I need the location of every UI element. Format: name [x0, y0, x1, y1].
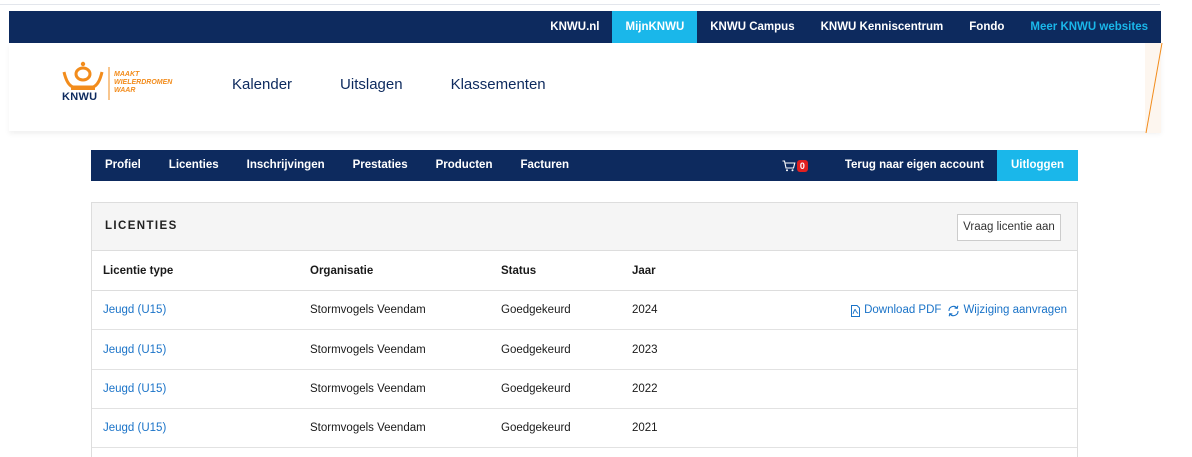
logout-button[interactable]: Uitloggen — [996, 150, 1078, 181]
top-divider — [0, 0, 1160, 5]
column-header-jaar: Jaar — [632, 265, 656, 277]
request-change-link[interactable]: Wijziging aanvragen — [947, 291, 1067, 330]
table-row: Jeugd (U15) Stormvogels Veendam Goedgeke… — [92, 409, 1077, 448]
tab-profiel[interactable]: Profiel — [91, 150, 155, 181]
panel-header: LICENTIES Vraag licentie aan — [92, 203, 1077, 251]
cart-count-badge: 0 — [796, 159, 808, 172]
licenses-panel: LICENTIES Vraag licentie aan Licentie ty… — [91, 202, 1078, 457]
cart-icon — [782, 159, 796, 171]
tab-producten[interactable]: Producten — [422, 150, 507, 181]
nav-kalender[interactable]: Kalender — [232, 76, 292, 93]
year-cell: 2021 — [632, 422, 658, 434]
crown-logo-icon: KNWU MAAKT WIELERDROMEN WAAR — [62, 61, 173, 103]
status-cell: Goedgekeurd — [501, 383, 571, 395]
refresh-icon — [948, 305, 959, 316]
row-actions: Download PDF Wijziging aanvragen — [850, 291, 1067, 330]
license-type-link[interactable]: Jeugd (U15) — [103, 409, 166, 448]
download-pdf-link[interactable]: Download PDF — [850, 291, 941, 330]
year-cell: 2023 — [632, 344, 658, 356]
nav-klassementen[interactable]: Klassementen — [451, 76, 546, 93]
organisation-cell: Stormvogels Veendam — [310, 304, 426, 316]
request-license-button[interactable]: Vraag licentie aan — [957, 214, 1061, 241]
svg-text:WIELERDROMEN: WIELERDROMEN — [114, 79, 173, 86]
download-pdf-label: Download PDF — [864, 304, 942, 316]
topbar-link-fondo[interactable]: Fondo — [956, 11, 1017, 43]
license-type-link[interactable]: Jeugd (U15) — [103, 370, 166, 409]
organisation-cell: Stormvogels Veendam — [310, 383, 426, 395]
status-cell: Goedgekeurd — [501, 304, 571, 316]
account-nav-right: 0 Terug naar eigen account Uitloggen — [782, 150, 1078, 181]
tab-prestaties[interactable]: Prestaties — [339, 150, 422, 181]
site-header: KNWU MAAKT WIELERDROMEN WAAR Kalender Ui… — [9, 43, 1161, 131]
panel-title: LICENTIES — [105, 220, 178, 232]
topbar-link-knwu-campus[interactable]: KNWU Campus — [697, 11, 807, 43]
account-nav-tabs: Profiel Licenties Inschrijvingen Prestat… — [91, 150, 583, 181]
status-cell: Goedgekeurd — [501, 422, 571, 434]
cart-button[interactable]: 0 — [782, 159, 808, 172]
top-bar-links: KNWU.nl MijnKNWU KNWU Campus KNWU Kennis… — [537, 11, 1161, 43]
svg-text:MAAKT: MAAKT — [114, 71, 140, 78]
request-change-label: Wijziging aanvragen — [963, 304, 1067, 316]
year-cell: 2022 — [632, 383, 658, 395]
organisation-cell: Stormvogels Veendam — [310, 344, 426, 356]
tab-facturen[interactable]: Facturen — [506, 150, 583, 181]
column-header-type: Licentie type — [103, 265, 174, 277]
organisation-cell: Stormvogels Veendam — [310, 422, 426, 434]
license-type-link[interactable]: Jeugd (U15) — [103, 331, 166, 370]
main-nav: Kalender Uitslagen Klassementen — [232, 76, 594, 93]
table-row: Jeugd (U15) Stormvogels Veendam Goedgeke… — [92, 331, 1077, 370]
table-row: Jeugd (U15) Stormvogels Veendam Goedgeke… — [92, 370, 1077, 409]
column-header-status: Status — [501, 265, 537, 277]
svg-text:WAAR: WAAR — [114, 87, 135, 94]
table-header: Licentie type Organisatie Status Jaar — [92, 251, 1077, 291]
top-bar: KNWU.nl MijnKNWU KNWU Campus KNWU Kennis… — [9, 11, 1161, 43]
year-cell: 2024 — [632, 304, 658, 316]
pdf-icon — [851, 304, 861, 317]
status-cell: Goedgekeurd — [501, 344, 571, 356]
topbar-link-knwu-nl[interactable]: KNWU.nl — [537, 11, 612, 43]
tab-licenties[interactable]: Licenties — [155, 150, 233, 181]
header-slash-decoration — [1145, 43, 1163, 133]
topbar-link-mijnknwu[interactable]: MijnKNWU — [612, 11, 698, 43]
svg-text:KNWU: KNWU — [62, 91, 97, 101]
topbar-link-kenniscentrum[interactable]: KNWU Kenniscentrum — [808, 11, 957, 43]
nav-uitslagen[interactable]: Uitslagen — [340, 76, 403, 93]
back-to-own-account-link[interactable]: Terug naar eigen account — [832, 150, 997, 181]
topbar-link-meer-websites[interactable]: Meer KNWU websites — [1017, 11, 1161, 43]
knwu-logo[interactable]: KNWU MAAKT WIELERDROMEN WAAR — [61, 61, 196, 103]
license-type-link[interactable]: Jeugd (U15) — [103, 291, 166, 330]
table-row: Jeugd (U15) Stormvogels Veendam Goedgeke… — [92, 291, 1077, 330]
account-nav: Profiel Licenties Inschrijvingen Prestat… — [91, 150, 1078, 181]
column-header-organisatie: Organisatie — [310, 265, 374, 277]
tab-inschrijvingen[interactable]: Inschrijvingen — [233, 150, 339, 181]
